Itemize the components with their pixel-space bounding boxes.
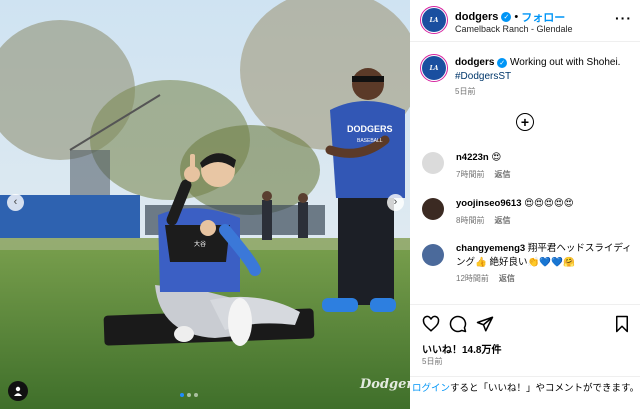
previous-photo-button[interactable]: ‹ [7,194,24,211]
photo-watermark: Dodgers [360,377,410,392]
carousel-dot [194,393,198,397]
comment-avatar[interactable] [422,152,444,174]
comment-text: 😍😍😍😍😍 [524,198,574,209]
caption-hashtag[interactable]: #DodgersST [455,71,511,82]
post-photo[interactable]: DODGERS BASEBALL 大谷 ‹ › Dodge [0,0,410,409]
photo-scene: DODGERS BASEBALL 大谷 [0,0,410,409]
comments-fade [410,296,640,304]
carousel-dot-active [180,393,184,397]
user-icon [14,386,22,396]
comment-username[interactable]: yoojinseo9613 [456,198,521,209]
carousel-indicator [180,393,198,397]
likes-count[interactable]: いいね！14.8万件 [422,341,501,356]
post-actions: いいね！14.8万件 5日前 ログインすると「いいね！」やコメントができます。 [410,304,640,409]
reply-button[interactable]: 返信 [494,215,510,226]
jersey-subtext: BASEBALL [357,138,383,144]
caption-username[interactable]: dodgers [455,57,494,68]
post-age: 5日前 [422,357,443,366]
account-avatar[interactable]: LA [420,6,448,34]
post-header: LA dodgers ✓ • フォロー Camelback Ranch - Gl… [410,0,640,42]
verified-badge-icon: ✓ [501,12,512,22]
share-paper-plane-icon[interactable] [476,315,494,333]
dodgers-logo-icon: LA [422,8,446,32]
more-options-icon[interactable]: ··· [615,10,632,26]
location-link[interactable]: Camelback Ranch - Glendale [455,24,573,34]
post-panel: LA dodgers ✓ • フォロー Camelback Ranch - Gl… [410,0,640,409]
load-more-comments-icon[interactable]: + [516,113,534,131]
svg-text:大谷: 大谷 [194,240,206,248]
separator-dot: • [514,11,519,23]
account-username[interactable]: dodgers [455,11,498,23]
comment-avatar[interactable] [422,198,444,220]
caption-text: Working out with Shohei. [510,57,621,68]
next-photo-button[interactable]: › [387,194,404,211]
reply-button[interactable]: 返信 [499,273,515,284]
follow-button[interactable]: フォロー [521,9,565,25]
login-prompt: ログインすると「いいね！」やコメントができます。 [410,376,640,396]
dodgers-logo-icon: LA [422,56,446,80]
verified-badge-icon: ✓ [497,58,508,68]
comment-text: 😍 [491,152,502,163]
tagged-users-button[interactable] [8,381,28,401]
comment-time: 12時間前 [456,274,489,283]
like-heart-icon[interactable] [422,315,440,333]
caption-avatar[interactable]: LA [420,54,448,82]
comment-time: 8時間前 [456,216,485,225]
comment-bubble-icon[interactable] [449,315,467,333]
save-bookmark-icon[interactable] [613,315,631,333]
comment-username[interactable]: changyemeng3 [456,243,525,254]
jersey-text: DODGERS [347,124,393,134]
comment-time: 7時間前 [456,170,485,179]
comment-avatar[interactable] [422,244,444,266]
carousel-dot [187,393,191,397]
login-prompt-text: すると「いいね！」やコメントができます。 [450,383,640,394]
reply-button[interactable]: 返信 [494,169,510,180]
caption-time: 5日前 [455,87,476,96]
comment-username[interactable]: n4223n [456,152,489,163]
login-link[interactable]: ログイン [412,383,450,394]
